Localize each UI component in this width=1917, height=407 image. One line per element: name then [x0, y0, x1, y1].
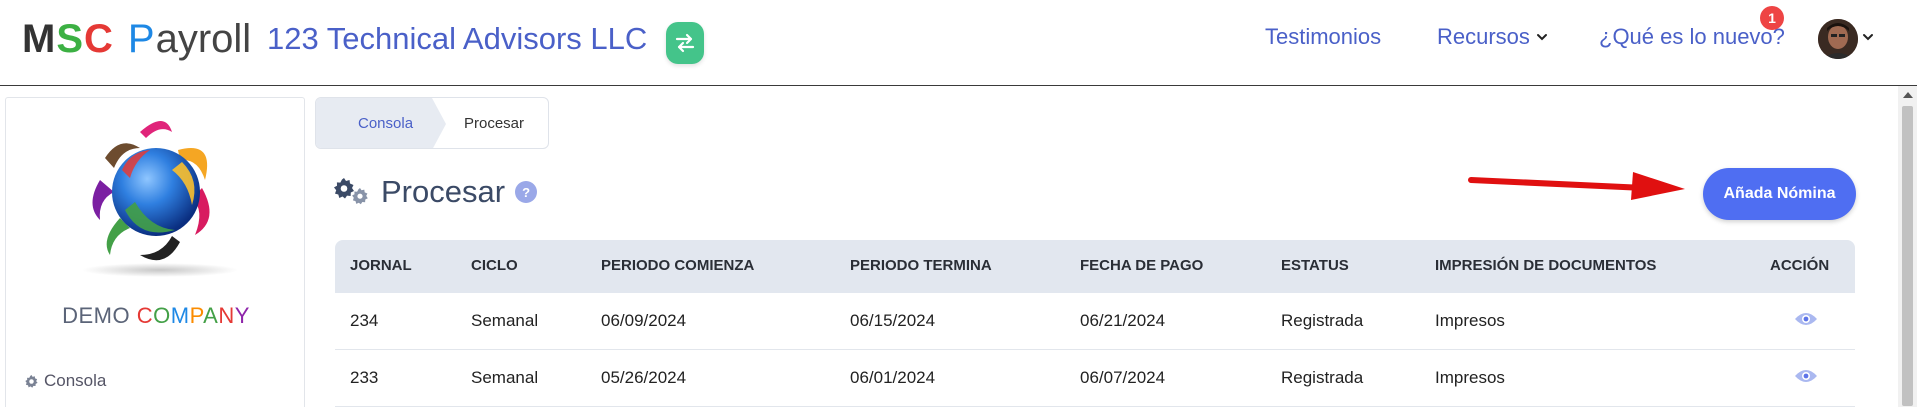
swap-arrows-icon [675, 33, 695, 53]
demo-company-letter: A [203, 303, 219, 328]
column-header-periodo-termina[interactable]: PERIODO TERMINA [850, 257, 992, 274]
msc-payroll-logo[interactable]: M S C P ayroll [22, 14, 251, 64]
table-row[interactable]: 233 Semanal 05/26/2024 06/01/2024 06/07/… [335, 350, 1855, 407]
cell-periodo-comienza: 06/09/2024 [601, 311, 687, 330]
cell-jornal: 233 [350, 368, 379, 387]
chevron-down-icon [1536, 34, 1547, 41]
nav-recursos-dropdown[interactable]: Recursos [1437, 22, 1548, 52]
demo-company-letter: M [170, 303, 190, 328]
add-payroll-button[interactable]: Añada Nómina [1703, 168, 1856, 220]
logo-letter-c: C [84, 17, 114, 61]
switch-company-button[interactable] [666, 22, 704, 64]
demo-company-letter: DEMO [62, 303, 137, 328]
logo-letter-p: P [127, 17, 156, 61]
view-eye-icon[interactable] [1794, 311, 1818, 327]
annotation-arrow [1468, 172, 1685, 200]
demo-company-letter: C [136, 303, 154, 328]
avatar-photo [1818, 19, 1858, 59]
page-title: Procesar [381, 174, 506, 209]
demo-company-name: DEMO COMPANY [6, 303, 306, 329]
cell-ciclo: Semanal [471, 368, 539, 387]
cell-estatus: Registrada [1281, 368, 1364, 387]
cell-periodo-termina: 06/15/2024 [850, 311, 936, 330]
gears-icon [334, 178, 368, 205]
cell-impresion: Impresos [1435, 311, 1505, 330]
company-logo [82, 121, 238, 277]
column-header-jornal[interactable]: JORNAL [350, 257, 412, 274]
column-header-estatus[interactable]: ESTATUS [1281, 257, 1349, 274]
demo-company-letter: N [218, 303, 235, 328]
cell-ciclo: Semanal [471, 311, 539, 330]
cell-impresion: Impresos [1435, 368, 1505, 387]
logo-letter-s: S [56, 17, 85, 61]
nav-testimonios[interactable]: Testimonios [1265, 22, 1381, 52]
column-header-periodo-comienza[interactable]: PERIODO COMIENZA [601, 257, 754, 274]
breadcrumb: Consola Procesar [315, 97, 549, 149]
demo-company-letter: P [189, 303, 204, 328]
user-avatar[interactable] [1818, 19, 1858, 59]
nav-recursos-label: Recursos [1437, 24, 1530, 49]
demo-company-letter: O [153, 303, 171, 328]
vertical-scrollbar[interactable] [1898, 86, 1917, 407]
table-row[interactable]: 234 Semanal 06/09/2024 06/15/2024 06/21/… [335, 293, 1855, 350]
cell-jornal: 234 [350, 311, 379, 330]
demo-company-letter: Y [234, 303, 250, 328]
breadcrumb-item-consola[interactable]: Consola [316, 98, 446, 148]
nav-whats-new[interactable]: ¿Qué es lo nuevo? [1599, 22, 1785, 52]
scrollbar-thumb[interactable] [1902, 106, 1913, 406]
notification-badge: 1 [1760, 6, 1784, 30]
view-eye-icon[interactable] [1794, 368, 1818, 384]
avatar-chevron-down-icon[interactable] [1862, 32, 1874, 42]
column-header-accion: ACCIÓN [1770, 257, 1830, 274]
top-navbar: M S C P ayroll 123 Technical Advisors LL… [0, 0, 1917, 86]
column-header-fecha-de-pago[interactable]: FECHA DE PAGO [1080, 257, 1203, 274]
sidebar-item-consola[interactable]: Consola [24, 371, 106, 391]
cell-fecha-de-pago: 06/07/2024 [1080, 368, 1166, 387]
help-icon[interactable]: ? [515, 181, 538, 203]
sidebar-item-label: Consola [44, 371, 107, 390]
cell-fecha-de-pago: 06/21/2024 [1080, 311, 1166, 330]
cell-periodo-termina: 06/01/2024 [850, 368, 936, 387]
page-heading: Procesar ? [333, 174, 538, 210]
gear-icon [25, 374, 38, 388]
logo-letter-m: M [22, 17, 57, 61]
cell-periodo-comienza: 05/26/2024 [601, 368, 687, 387]
scroll-up-arrow-icon[interactable] [1903, 92, 1913, 98]
sidebar: DEMO COMPANY Consola [5, 97, 305, 407]
column-header-ciclo[interactable]: CICLO [471, 257, 518, 274]
payroll-table: JORNAL CICLO PERIODO COMIENZA PERIODO TE… [335, 240, 1855, 407]
company-name: 123 Technical Advisors LLC [267, 21, 648, 56]
table-header-row: JORNAL CICLO PERIODO COMIENZA PERIODO TE… [335, 240, 1855, 293]
cell-estatus: Registrada [1281, 311, 1364, 330]
column-header-impresion[interactable]: IMPRESIÓN DE DOCUMENTOS [1435, 257, 1656, 274]
breadcrumb-item-procesar: Procesar [464, 114, 525, 132]
logo-suffix: ayroll [155, 17, 252, 61]
